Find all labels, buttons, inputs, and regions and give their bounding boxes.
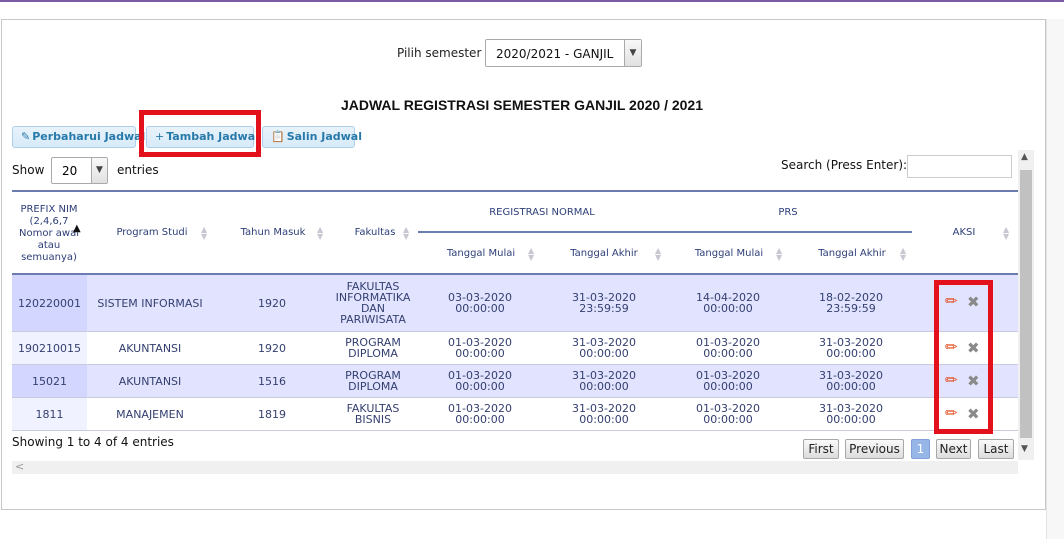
- cell-fakultas: PROGRAM DIPLOMA: [345, 369, 401, 393]
- cell-program: AKUNTANSI: [118, 342, 182, 355]
- header-rn-tanggal-akhir[interactable]: Tanggal Akhir: [558, 248, 650, 260]
- semester-selected-value: 2020/2021 - GANJIL: [496, 47, 614, 61]
- cell-prefix: 15021: [32, 375, 67, 388]
- header-tahun-masuk[interactable]: Tahun Masuk: [230, 227, 316, 239]
- highlight-box-actions: [934, 280, 993, 434]
- cell-rn-akhir: 31-03-2020 00:00:00: [572, 402, 636, 426]
- header-prs-tanggal-mulai[interactable]: Tanggal Mulai: [684, 248, 774, 260]
- cell-tahun: 1819: [258, 408, 286, 421]
- semester-label: Pilih semester: [397, 46, 482, 60]
- cell-prs-mulai: 14-04-2020 00:00:00: [696, 291, 760, 315]
- header-rn-tanggal-mulai[interactable]: Tanggal Mulai: [436, 248, 526, 260]
- search-label: Search (Press Enter):: [781, 158, 908, 172]
- update-schedule-label: Perbaharui Jadwal: [32, 130, 146, 143]
- header-fakultas[interactable]: Fakultas: [344, 227, 406, 239]
- cell-rn-akhir: 31-03-2020 23:59:59: [572, 291, 636, 315]
- entries-label: entries: [117, 163, 159, 177]
- cell-prs-akhir: 31-03-2020 00:00:00: [819, 336, 883, 360]
- cell-tahun: 1920: [258, 297, 286, 310]
- cell-prefix: 120220001: [18, 297, 81, 310]
- chevron-down-icon: ▼: [91, 158, 107, 183]
- cell-prs-akhir: 31-03-2020 00:00:00: [819, 402, 883, 426]
- sort-icon: ▲ ▼: [201, 225, 208, 241]
- pagination-first-button[interactable]: First: [803, 439, 839, 459]
- sort-icon: ▲ ▼: [900, 246, 907, 262]
- show-label: Show: [12, 163, 45, 177]
- cell-fakultas: FAKULTAS BISNIS: [346, 402, 400, 426]
- cell-prs-mulai: 01-03-2020 00:00:00: [696, 402, 760, 426]
- pagination-previous-button[interactable]: Previous: [845, 439, 904, 459]
- sort-asc-icon: ▲: [73, 223, 81, 234]
- sort-icon: ▲ ▼: [655, 246, 662, 262]
- sort-icon: ▲ ▼: [403, 225, 410, 241]
- cell-prs-akhir: 31-03-2020 00:00:00: [819, 369, 883, 393]
- copy-schedule-button[interactable]: 📋 Salin Jadwal: [262, 126, 362, 148]
- search-input[interactable]: [907, 155, 1012, 178]
- page-length-value: 20: [62, 164, 78, 178]
- cell-program: AKUNTANSI: [118, 375, 182, 388]
- cell-program: SISTEM INFORMASI: [97, 297, 203, 310]
- cell-program: MANAJEMEN: [116, 408, 184, 421]
- vertical-scrollbar[interactable]: ▲ ▼: [1018, 150, 1034, 460]
- scroll-down-icon[interactable]: ▼: [1021, 444, 1028, 454]
- highlight-box-add: [139, 110, 261, 157]
- header-group-divider: [418, 231, 912, 233]
- sort-icon: ▲ ▼: [1003, 225, 1010, 241]
- chevron-down-icon: ▼: [624, 40, 641, 66]
- cell-prs-mulai: 01-03-2020 00:00:00: [696, 369, 760, 393]
- table-header-top-border: [12, 190, 1018, 192]
- sort-icon: ▲ ▼: [528, 246, 535, 262]
- cell-prs-akhir: 18-02-2020 23:59:59: [819, 291, 883, 315]
- cell-prefix: 190210015: [18, 342, 81, 355]
- window-scroll-strip: [1046, 19, 1064, 539]
- cell-tahun: 1920: [258, 342, 286, 355]
- update-schedule-button[interactable]: ✎ Perbaharui Jadwal: [12, 126, 145, 148]
- semester-select[interactable]: 2020/2021 - GANJIL ▼: [485, 39, 642, 67]
- pagination-last-button[interactable]: Last: [978, 439, 1014, 459]
- cell-rn-akhir: 31-03-2020 00:00:00: [572, 369, 636, 393]
- scrollbar-thumb[interactable]: [1020, 170, 1032, 438]
- cell-rn-mulai: 03-03-2020 00:00:00: [448, 291, 512, 315]
- sort-icon: ▲ ▼: [317, 225, 324, 241]
- header-program-studi[interactable]: Program Studi: [96, 227, 208, 239]
- header-aksi[interactable]: AKSI: [934, 227, 994, 239]
- table-info: Showing 1 to 4 of 4 entries: [12, 435, 174, 449]
- cell-tahun: 1516: [258, 375, 286, 388]
- pencil-icon: ✎: [21, 130, 31, 143]
- copy-schedule-label: Salin Jadwal: [286, 130, 362, 143]
- cell-rn-mulai: 01-03-2020 00:00:00: [448, 336, 512, 360]
- header-prs: PRS: [778, 207, 798, 218]
- header-prs-tanggal-akhir[interactable]: Tanggal Akhir: [806, 248, 898, 260]
- top-accent-bar: [0, 0, 1064, 2]
- cell-fakultas: PROGRAM DIPLOMA: [345, 336, 401, 360]
- cell-rn-akhir: 31-03-2020 00:00:00: [572, 336, 636, 360]
- cell-rn-mulai: 01-03-2020 00:00:00: [448, 402, 512, 426]
- horizontal-scrollbar[interactable]: <: [12, 460, 1018, 474]
- header-registrasi-normal: REGISTRASI NORMAL: [489, 207, 595, 218]
- scroll-up-icon[interactable]: ▲: [1021, 152, 1028, 162]
- pagination-page-1[interactable]: 1: [911, 439, 930, 459]
- cell-rn-mulai: 01-03-2020 00:00:00: [448, 369, 512, 393]
- cell-fakultas: FAKULTAS INFORMATIKA DAN PARIWISATA: [335, 280, 411, 326]
- clipboard-icon: 📋: [271, 130, 285, 143]
- sort-icon: ▲ ▼: [776, 246, 783, 262]
- scroll-left-icon[interactable]: <: [15, 460, 24, 473]
- cell-prefix: 1811: [35, 408, 64, 421]
- pagination-next-button[interactable]: Next: [936, 439, 971, 459]
- page-length-select[interactable]: 20 ▼: [51, 157, 108, 184]
- cell-prs-mulai: 01-03-2020 00:00:00: [696, 336, 760, 360]
- header-prefix-nim[interactable]: PREFIX NIM (2,4,6,7 Nomor awal atau semu…: [12, 204, 86, 264]
